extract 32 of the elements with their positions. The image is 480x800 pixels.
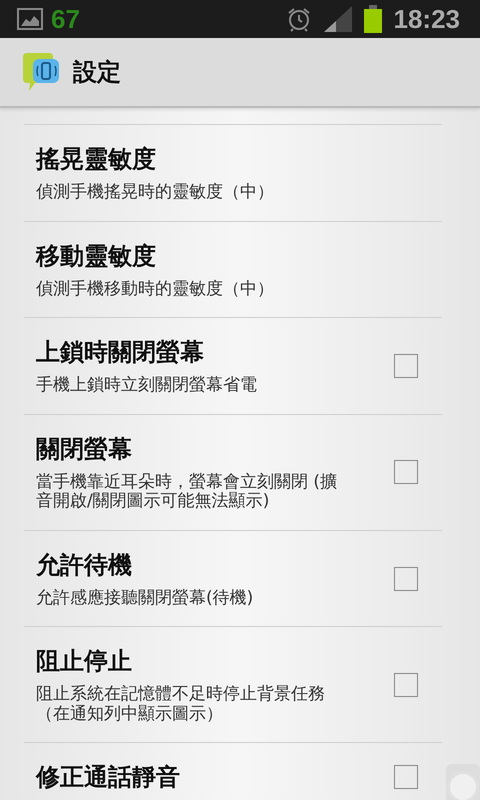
setting-title: 修正通話靜音 — [36, 762, 181, 794]
setting-title: 允許待機 — [36, 550, 133, 581]
setting-title: 移動靈敏度 — [36, 240, 157, 272]
image-notification-icon — [17, 7, 43, 31]
setting-summary: 允許感應接聽關閉螢幕(待機) — [36, 588, 254, 608]
setting-summary: 偵測手機移動時的靈敏度（中） — [36, 280, 275, 300]
setting-item[interactable]: 阻止停止 阻止系統在記憶體不足時停止背景任務（在通知列中顯示圖示） — [24, 627, 442, 744]
setting-item[interactable]: 上鎖時關閉螢幕 手機上鎖時立刻關閉螢幕省電 — [24, 318, 442, 415]
setting-item[interactable]: 允許待機 允許感應接聽關閉螢幕(待機) — [24, 530, 442, 628]
checkbox[interactable] — [394, 765, 418, 790]
setting-title: 上鎖時關閉螢幕 — [36, 337, 205, 368]
setting-title: 阻止停止 — [36, 646, 133, 678]
setting-summary: 手機上鎖時立刻關閉螢幕省電 — [36, 376, 258, 396]
checkbox[interactable] — [394, 566, 418, 590]
battery-icon — [364, 5, 382, 33]
clock-time: 18:23 — [394, 4, 460, 34]
notification-count: 67 — [51, 4, 80, 34]
setting-item[interactable]: 移動靈敏度 偵測手機移動時的靈敏度（中） — [24, 222, 442, 318]
setting-summary: 當手機靠近耳朵時，螢幕會立刻關閉 (擴音開啟/關閉圖示可能無法顯示) — [36, 472, 338, 512]
setting-summary: 阻止系統在記憶體不足時停止背景任務（在通知列中顯示圖示） — [36, 685, 326, 724]
checkbox[interactable] — [394, 460, 418, 484]
screen-title: 設定 — [73, 57, 121, 88]
setting-title: 關閉螢幕 — [36, 434, 133, 465]
alarm-clock-icon — [286, 6, 312, 32]
checkbox[interactable] — [394, 354, 418, 378]
setting-summary: 偵測手機搖晃時的靈敏度（中） — [36, 183, 275, 203]
setting-item[interactable]: 搖晃靈敏度 偵測手機搖晃時的靈敏度（中） — [24, 125, 442, 222]
setting-item[interactable]: 修正通話靜音 — [24, 743, 442, 800]
checkbox[interactable] — [394, 672, 418, 697]
setting-item[interactable]: 關閉螢幕 當手機靠近耳朵時，螢幕會立刻關閉 (擴音開啟/關閉圖示可能無法顯示) — [24, 414, 442, 531]
signal-icon — [324, 6, 352, 32]
setting-title: 搖晃靈敏度 — [36, 144, 157, 175]
